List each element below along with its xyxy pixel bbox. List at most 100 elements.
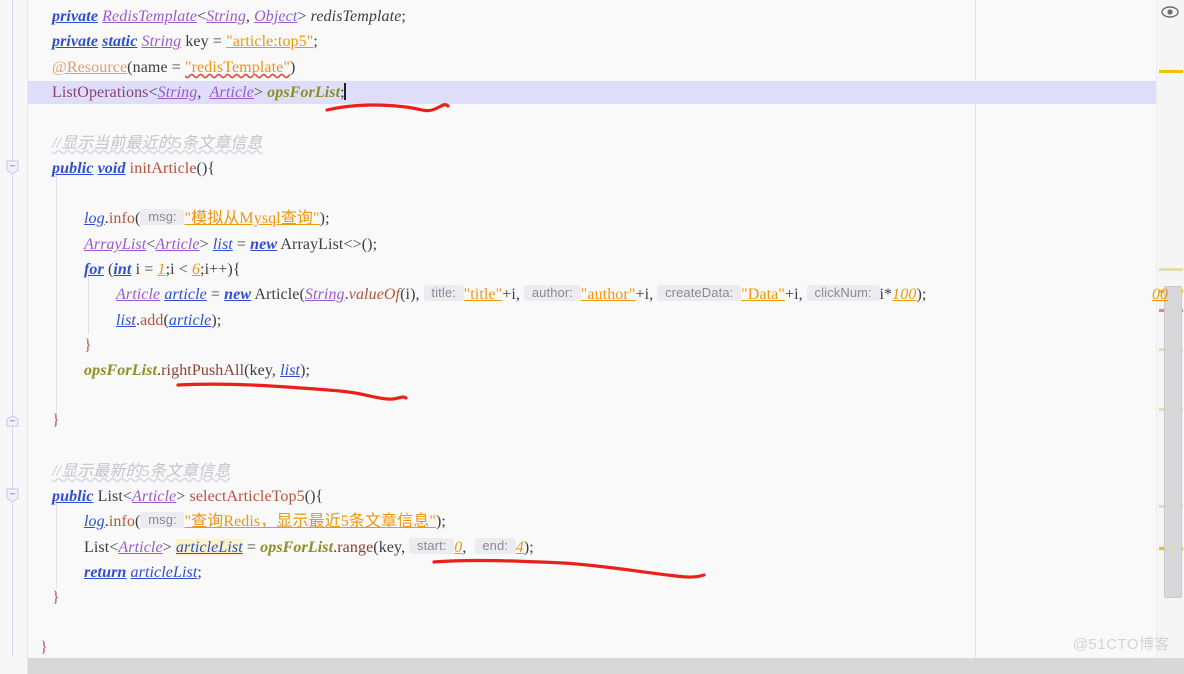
code-token: Article: [132, 488, 177, 505]
fold-rail: [12, 0, 13, 656]
code-token: private: [52, 8, 99, 25]
code-token: String: [141, 33, 182, 50]
code-line[interactable]: @Resource(name = "redisTemplate"): [28, 56, 295, 79]
code-area[interactable]: private RedisTemplate<String, Object> re…: [28, 0, 1156, 658]
code-token: void: [97, 160, 126, 177]
code-line[interactable]: //显示最新的5条文章信息: [28, 460, 230, 483]
code-line[interactable]: private RedisTemplate<String, Object> re…: [28, 5, 406, 28]
code-token: i*: [879, 286, 893, 303]
fold-toggle-icon[interactable]: [5, 412, 20, 427]
code-token: );: [211, 312, 222, 329]
code-line[interactable]: }: [28, 409, 60, 432]
code-line[interactable]: Article article = new Article(String.val…: [28, 283, 926, 306]
vertical-scrollbar-thumb[interactable]: [1164, 286, 1182, 598]
code-line[interactable]: public void initArticle(){: [28, 157, 215, 180]
parameter-hint: msg:: [140, 512, 185, 528]
code-line[interactable]: }: [28, 334, 92, 357]
code-token: 1: [157, 261, 166, 278]
code-token: "article:top5": [226, 33, 314, 50]
bottom-bar: [0, 658, 1184, 674]
code-token: public: [52, 488, 94, 505]
code-token: ArrayList: [84, 236, 147, 253]
code-token: Article: [116, 286, 161, 303]
code-token: i =: [131, 261, 158, 278]
parameter-hint: msg:: [140, 209, 185, 225]
code-token: valueOf: [348, 286, 401, 303]
code-line[interactable]: return articleList;: [28, 561, 202, 584]
code-token: String: [304, 286, 345, 303]
code-token: articleList: [130, 564, 198, 581]
watermark: @51CTO博客: [1072, 636, 1170, 653]
code-token: range: [337, 539, 374, 556]
code-token: "Data": [741, 286, 785, 303]
parameter-hint: title:: [423, 285, 464, 301]
code-line[interactable]: ListOperations<String, Article> opsForLi…: [28, 81, 346, 104]
code-token: );: [916, 286, 927, 303]
code-token: rightPushAll: [161, 362, 245, 379]
code-token: 100: [892, 286, 917, 303]
code-line[interactable]: public List<Article> selectArticleTop5()…: [28, 485, 323, 508]
code-line[interactable]: private static String key = "article:top…: [28, 30, 318, 53]
code-token: new: [250, 236, 278, 253]
code-token: }: [52, 412, 60, 429]
code-token: (key,: [373, 539, 410, 556]
editor-marker-track[interactable]: [1156, 0, 1184, 658]
editor-gutter: [0, 0, 28, 674]
code-token: public: [52, 160, 94, 177]
code-token: //显示最新的5条文章信息: [52, 463, 231, 480]
code-token: (: [103, 261, 114, 278]
code-token: info: [108, 210, 136, 227]
code-token: );: [300, 362, 311, 379]
code-line[interactable]: list.add(article);: [28, 309, 221, 332]
code-line[interactable]: }: [28, 586, 60, 609]
code-token: opsForList: [260, 539, 334, 556]
code-token: ,: [245, 8, 255, 25]
code-token: >: [162, 539, 176, 556]
code-token: 4: [515, 539, 524, 556]
code-token: (name =: [127, 59, 185, 76]
code-line[interactable]: log.info( msg: "模拟从Mysql查询");: [28, 207, 330, 230]
code-token: RedisTemplate: [102, 8, 198, 25]
code-line[interactable]: ArrayList<Article> list = new ArrayList<…: [28, 233, 377, 256]
code-token: ,: [197, 84, 210, 101]
parameter-hint: createData:: [657, 285, 742, 301]
code-token: <: [197, 8, 207, 25]
code-token: ;: [401, 8, 406, 25]
code-token: for: [84, 261, 104, 278]
code-token: =: [242, 539, 261, 556]
eye-icon[interactable]: [1160, 2, 1180, 22]
code-token: "title": [463, 286, 503, 303]
code-token: opsForList: [267, 84, 341, 101]
code-token: >: [297, 8, 311, 25]
code-token: );: [436, 513, 446, 530]
code-token: +i,: [635, 286, 658, 303]
code-line[interactable]: }: [28, 636, 48, 658]
code-token: ;: [313, 33, 318, 50]
code-token: );: [319, 210, 330, 227]
code-line[interactable]: //显示当前最近的5条文章信息: [28, 132, 262, 155]
code-token: (){: [196, 160, 216, 177]
code-token: return: [84, 564, 127, 581]
code-token: //显示当前最近的5条文章信息: [52, 135, 263, 152]
bottom-strip: [20, 658, 1184, 674]
code-token: }: [40, 639, 48, 656]
code-token: new: [224, 286, 252, 303]
fold-toggle-icon[interactable]: [5, 488, 20, 503]
code-token: String: [206, 8, 246, 25]
code-token: <: [146, 236, 156, 253]
code-analysis-marker[interactable]: [1159, 268, 1183, 271]
code-token: Article: [209, 84, 254, 101]
code-token: }: [84, 337, 92, 354]
code-token: ;: [197, 564, 202, 581]
fold-toggle-icon[interactable]: [5, 160, 20, 175]
code-line[interactable]: log.info( msg: "查询Redis，显示最近5条文章信息");: [28, 510, 446, 533]
code-line[interactable]: for (int i = 1;i < 6;i++){: [28, 258, 241, 281]
code-token: key =: [181, 33, 227, 50]
code-line[interactable]: List<Article> articleList = opsForList.r…: [28, 536, 534, 559]
code-token: (i),: [400, 286, 424, 303]
code-token: =: [206, 286, 225, 303]
code-analysis-marker[interactable]: [1159, 70, 1183, 73]
code-line[interactable]: opsForList.rightPushAll(key, list);: [28, 359, 310, 382]
code-token: String: [157, 84, 198, 101]
code-token: "redisTemplate": [184, 59, 290, 76]
